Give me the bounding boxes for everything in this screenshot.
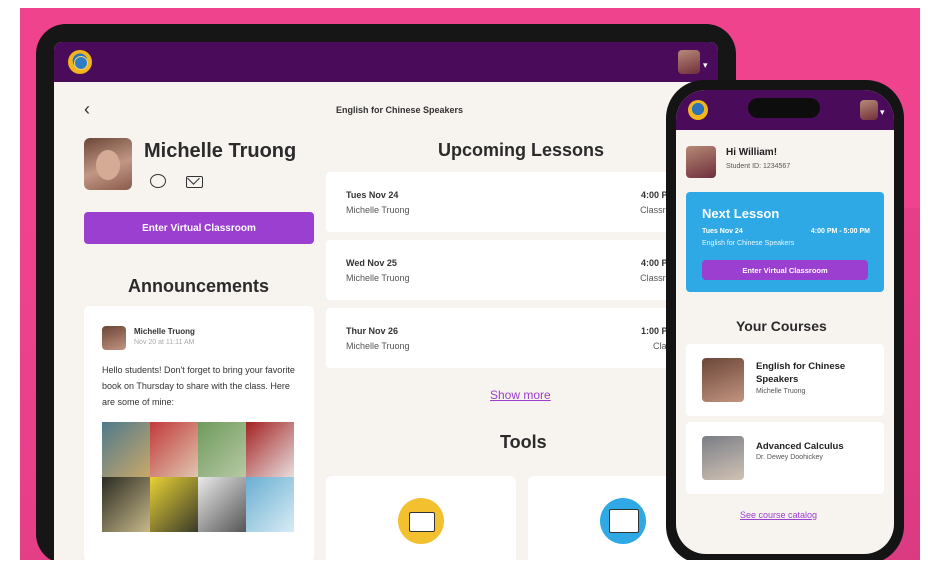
teacher-photo bbox=[84, 138, 132, 190]
lesson-card[interactable]: Thur Nov 26 Michelle Truong 1:00 PM - 4:… bbox=[326, 308, 696, 368]
course-teacher: Dr. Dewey Doohickey bbox=[756, 454, 823, 461]
student-id: Student ID: 1234567 bbox=[726, 163, 791, 170]
folder-shape bbox=[409, 512, 435, 532]
enter-virtual-classroom-button[interactable]: Enter Virtual Classroom bbox=[84, 212, 314, 244]
lesson-teacher: Michelle Truong bbox=[346, 205, 410, 215]
course-name: English for Chinese Speakers bbox=[756, 361, 846, 385]
book-cover bbox=[150, 477, 198, 532]
folders-icon bbox=[398, 498, 444, 544]
phone-screen: ▾ Hi William! Student ID: 1234567 Next L… bbox=[676, 90, 894, 554]
book-cover bbox=[102, 477, 150, 532]
course-card[interactable]: English for Chinese Speakers Michelle Tr… bbox=[686, 344, 884, 416]
greeting: Hi William! bbox=[726, 147, 778, 158]
window-shape bbox=[609, 509, 639, 533]
lesson-card[interactable]: Wed Nov 25 Michelle Truong 4:00 PM - 5:0… bbox=[326, 240, 696, 300]
next-lesson-date: Tues Nov 24 bbox=[702, 228, 743, 235]
announcement-time: Nov 20 at 11:11 AM bbox=[134, 339, 195, 346]
announcement-card: Michelle Truong Nov 20 at 11:11 AM Hello… bbox=[84, 306, 314, 560]
back-arrow-icon[interactable]: ‹ bbox=[84, 99, 90, 120]
logo-icon[interactable] bbox=[688, 100, 708, 120]
lesson-card[interactable]: Tues Nov 24 Michelle Truong 4:00 PM - 5:… bbox=[326, 172, 696, 232]
teacher-photo bbox=[702, 358, 744, 402]
book-cover bbox=[246, 477, 294, 532]
tablet-screen: ▾ ‹ English for Chinese Speakers Michell… bbox=[54, 42, 718, 560]
browser-icon bbox=[600, 498, 646, 544]
book-cover bbox=[198, 422, 246, 477]
chat-icon[interactable] bbox=[150, 174, 166, 188]
mail-icon[interactable] bbox=[186, 176, 203, 188]
user-avatar[interactable] bbox=[678, 50, 700, 74]
lesson-date: Tues Nov 24 bbox=[346, 190, 399, 200]
phone-top-bar: ▾ bbox=[676, 90, 894, 130]
chevron-down-icon[interactable]: ▾ bbox=[880, 107, 885, 118]
breadcrumb: English for Chinese Speakers bbox=[336, 105, 464, 115]
student-avatar bbox=[686, 146, 716, 178]
next-lesson-card: Next Lesson Tues Nov 24 4:00 PM - 5:00 P… bbox=[686, 192, 884, 292]
teacher-name: Michelle Truong bbox=[144, 140, 297, 162]
phone-device: ▾ Hi William! Student ID: 1234567 Next L… bbox=[666, 80, 904, 560]
book-cover bbox=[198, 477, 246, 532]
course-card[interactable]: Advanced Calculus Dr. Dewey Doohickey bbox=[686, 422, 884, 494]
next-lesson-time: 4:00 PM - 5:00 PM bbox=[810, 228, 870, 235]
lesson-date: Wed Nov 25 bbox=[346, 258, 397, 268]
show-more-link[interactable]: Show more bbox=[490, 388, 551, 402]
your-courses-title: Your Courses bbox=[736, 318, 827, 334]
course-name: Advanced Calculus bbox=[756, 441, 844, 452]
announcement-author: Michelle Truong bbox=[134, 327, 195, 336]
tool-card[interactable] bbox=[326, 476, 516, 560]
course-teacher: Michelle Truong bbox=[756, 388, 806, 395]
lesson-date: Thur Nov 26 bbox=[346, 326, 399, 336]
logo-icon[interactable] bbox=[68, 50, 92, 74]
announcements-title: Announcements bbox=[128, 276, 270, 296]
course-catalog-link[interactable]: See course catalog bbox=[740, 510, 817, 520]
book-cover bbox=[102, 422, 150, 477]
announcement-body: Hello students! Don't forget to bring yo… bbox=[102, 365, 295, 407]
lesson-teacher: Michelle Truong bbox=[346, 273, 410, 283]
book-covers-image bbox=[102, 422, 294, 532]
enter-virtual-classroom-button[interactable]: Enter Virtual Classroom bbox=[702, 260, 868, 280]
lesson-teacher: Michelle Truong bbox=[346, 341, 410, 351]
chevron-down-icon[interactable]: ▾ bbox=[703, 60, 708, 71]
book-cover bbox=[150, 422, 198, 477]
teacher-photo bbox=[702, 436, 744, 480]
upcoming-lessons-title: Upcoming Lessons bbox=[438, 140, 605, 160]
book-cover bbox=[246, 422, 294, 477]
teacher-face bbox=[96, 150, 120, 180]
marketing-background: ▾ ‹ English for Chinese Speakers Michell… bbox=[20, 8, 920, 560]
logo-globe bbox=[74, 56, 88, 70]
tools-title: Tools bbox=[500, 432, 547, 452]
tablet-device: ▾ ‹ English for Chinese Speakers Michell… bbox=[36, 24, 736, 560]
next-lesson-title: Next Lesson bbox=[702, 206, 780, 221]
phone-notch bbox=[748, 98, 820, 118]
next-lesson-course: English for Chinese Speakers bbox=[702, 240, 795, 247]
tablet-top-bar: ▾ bbox=[54, 42, 718, 82]
announcement-avatar bbox=[102, 326, 126, 350]
user-avatar[interactable] bbox=[860, 100, 878, 120]
